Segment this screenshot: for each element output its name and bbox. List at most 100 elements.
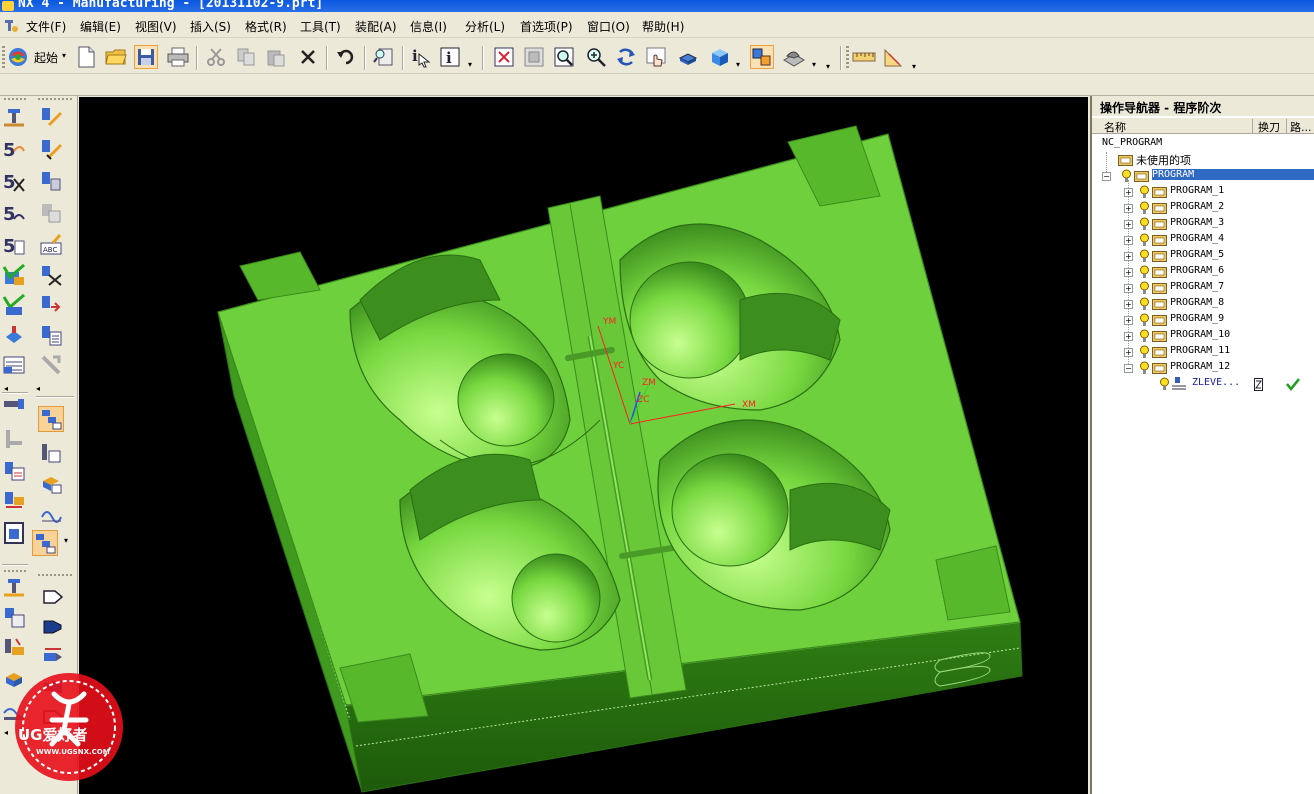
expand-icon[interactable]: + — [1124, 188, 1133, 197]
menu-view[interactable]: 视图(V) — [135, 18, 177, 35]
start-icon[interactable] — [6, 45, 30, 69]
graphics-viewport[interactable]: YM YC ZM ZC XM — [79, 97, 1088, 794]
measure-dropdown-icon[interactable]: ▾ — [912, 62, 916, 71]
machine-icon[interactable] — [1, 634, 27, 660]
expand-icon[interactable]: + — [1124, 284, 1133, 293]
save-icon[interactable] — [134, 45, 158, 69]
expand-icon[interactable]: + — [1124, 268, 1133, 277]
layer-icon[interactable] — [782, 45, 806, 69]
edit-tool-icon[interactable] — [38, 136, 64, 162]
menu-preferences[interactable]: 首选项(P) — [520, 18, 573, 35]
copy-icon[interactable] — [234, 45, 258, 69]
collapse-icon[interactable]: − — [1102, 172, 1111, 181]
cut-path-icon[interactable]: 5 — [1, 168, 27, 194]
geometry-view-icon[interactable] — [1, 426, 27, 452]
tool-library-icon[interactable] — [1, 604, 27, 630]
copy-operation-icon[interactable] — [38, 168, 64, 194]
menu-window[interactable]: 窗口(O) — [587, 18, 630, 35]
tree-child[interactable]: − PROGRAM_12 — [1092, 360, 1314, 376]
mill-tool-icon[interactable] — [40, 614, 66, 640]
create-geometry-icon[interactable] — [38, 470, 64, 496]
pan-icon[interactable] — [644, 45, 668, 69]
create-tool-icon[interactable] — [38, 440, 64, 466]
measure-distance-icon[interactable] — [852, 45, 876, 69]
menu-format[interactable]: 格式(R) — [245, 18, 287, 35]
delete-operation-icon[interactable] — [38, 262, 64, 288]
menu-information[interactable]: 信息(I) — [410, 18, 447, 35]
create-program-icon[interactable]: 5 — [1, 136, 27, 162]
open-folder-icon[interactable] — [104, 45, 128, 69]
column-divider[interactable] — [1286, 119, 1287, 133]
menu-file[interactable]: 文件(F) — [26, 18, 66, 35]
cut-icon[interactable] — [204, 45, 228, 69]
tree-child[interactable]: + PROGRAM_5 — [1092, 248, 1314, 264]
tree-unused[interactable]: 未使用的项 — [1092, 152, 1314, 168]
render-style-icon[interactable] — [708, 45, 732, 69]
tree-program[interactable]: − PROGRAM — [1092, 168, 1314, 184]
info-object-icon[interactable]: i — [408, 45, 432, 69]
transform-icon[interactable] — [38, 352, 64, 378]
generate-path-icon[interactable] — [1, 574, 27, 600]
tree-child[interactable]: + PROGRAM_10 — [1092, 328, 1314, 344]
rename-icon[interactable]: ABC — [38, 232, 64, 258]
menu-insert[interactable]: 插入(S) — [190, 18, 231, 35]
paste-operation-icon[interactable] — [38, 200, 64, 226]
tree-child[interactable]: + PROGRAM_4 — [1092, 232, 1314, 248]
edit-object-icon[interactable] — [38, 104, 64, 130]
expand-icon[interactable]: + — [1124, 204, 1133, 213]
expand-icon[interactable]: + — [1124, 300, 1133, 309]
toolbar-grip[interactable] — [2, 46, 5, 68]
tree-child[interactable]: + PROGRAM_11 — [1092, 344, 1314, 360]
group-dropdown-icon[interactable]: ▾ — [64, 536, 68, 545]
expand-icon[interactable]: + — [1124, 236, 1133, 245]
toolbar-grip[interactable] — [846, 46, 849, 68]
expand-icon[interactable]: + — [1124, 252, 1133, 261]
toolbar-grip[interactable] — [38, 574, 72, 576]
undo-icon[interactable] — [334, 45, 358, 69]
view-orient-icon[interactable] — [750, 45, 774, 69]
menu-edit[interactable]: 编辑(E) — [80, 18, 121, 35]
create-operation-icon[interactable] — [1, 104, 27, 130]
info-dropdown-icon[interactable]: ▾ — [468, 60, 472, 69]
column-name[interactable]: 名称 — [1104, 119, 1126, 135]
new-file-icon[interactable] — [74, 45, 98, 69]
tree-child[interactable]: + PROGRAM_8 — [1092, 296, 1314, 312]
tree-child[interactable]: + PROGRAM_9 — [1092, 312, 1314, 328]
column-path[interactable]: 路... — [1290, 119, 1312, 135]
expand-icon[interactable]: + — [1124, 316, 1133, 325]
column-tool-change[interactable]: 换刀 — [1258, 119, 1280, 135]
find-icon[interactable] — [372, 45, 396, 69]
create-program-group-icon[interactable] — [38, 406, 64, 432]
menu-tools[interactable]: 工具(T) — [300, 18, 341, 35]
menu-help[interactable]: 帮助(H) — [642, 18, 684, 35]
create-method-icon[interactable] — [38, 500, 64, 526]
verify-path-icon[interactable] — [1, 262, 27, 288]
toolbar-overflow-icon[interactable]: ◂ — [36, 384, 40, 393]
zoom-icon[interactable] — [552, 45, 576, 69]
simulate-icon[interactable] — [1, 292, 27, 318]
start-dropdown-icon[interactable]: ▾ — [62, 51, 66, 60]
zoom-window-icon[interactable] — [522, 45, 546, 69]
replay-path-icon[interactable]: 5 — [1, 200, 27, 226]
start-button[interactable]: 起始 — [34, 49, 58, 66]
info-icon[interactable]: i — [438, 45, 462, 69]
collapse-icon[interactable]: − — [1124, 364, 1133, 373]
print-icon[interactable] — [166, 45, 190, 69]
tree-child[interactable]: + PROGRAM_6 — [1092, 264, 1314, 280]
list-path-icon[interactable]: 5 — [1, 232, 27, 258]
render-dropdown-icon[interactable]: ▾ — [736, 60, 740, 69]
tree-operation[interactable]: ZLEVE... — [1092, 376, 1314, 392]
tree-root[interactable]: NC_PROGRAM — [1092, 136, 1314, 152]
program-view-icon[interactable] — [1, 488, 27, 514]
post-process-icon[interactable] — [1, 322, 27, 348]
fly-icon[interactable] — [676, 45, 700, 69]
paste-icon[interactable] — [264, 45, 288, 69]
rotate-icon[interactable] — [614, 45, 638, 69]
tree-child[interactable]: + PROGRAM_7 — [1092, 280, 1314, 296]
display-operation-icon[interactable] — [38, 292, 64, 318]
app-menu-icon[interactable] — [3, 17, 19, 33]
object-info-icon[interactable] — [38, 322, 64, 348]
expand-icon[interactable]: + — [1124, 348, 1133, 357]
tree-child[interactable]: + PROGRAM_2 — [1092, 200, 1314, 216]
pointer-tool-icon[interactable] — [40, 584, 66, 610]
